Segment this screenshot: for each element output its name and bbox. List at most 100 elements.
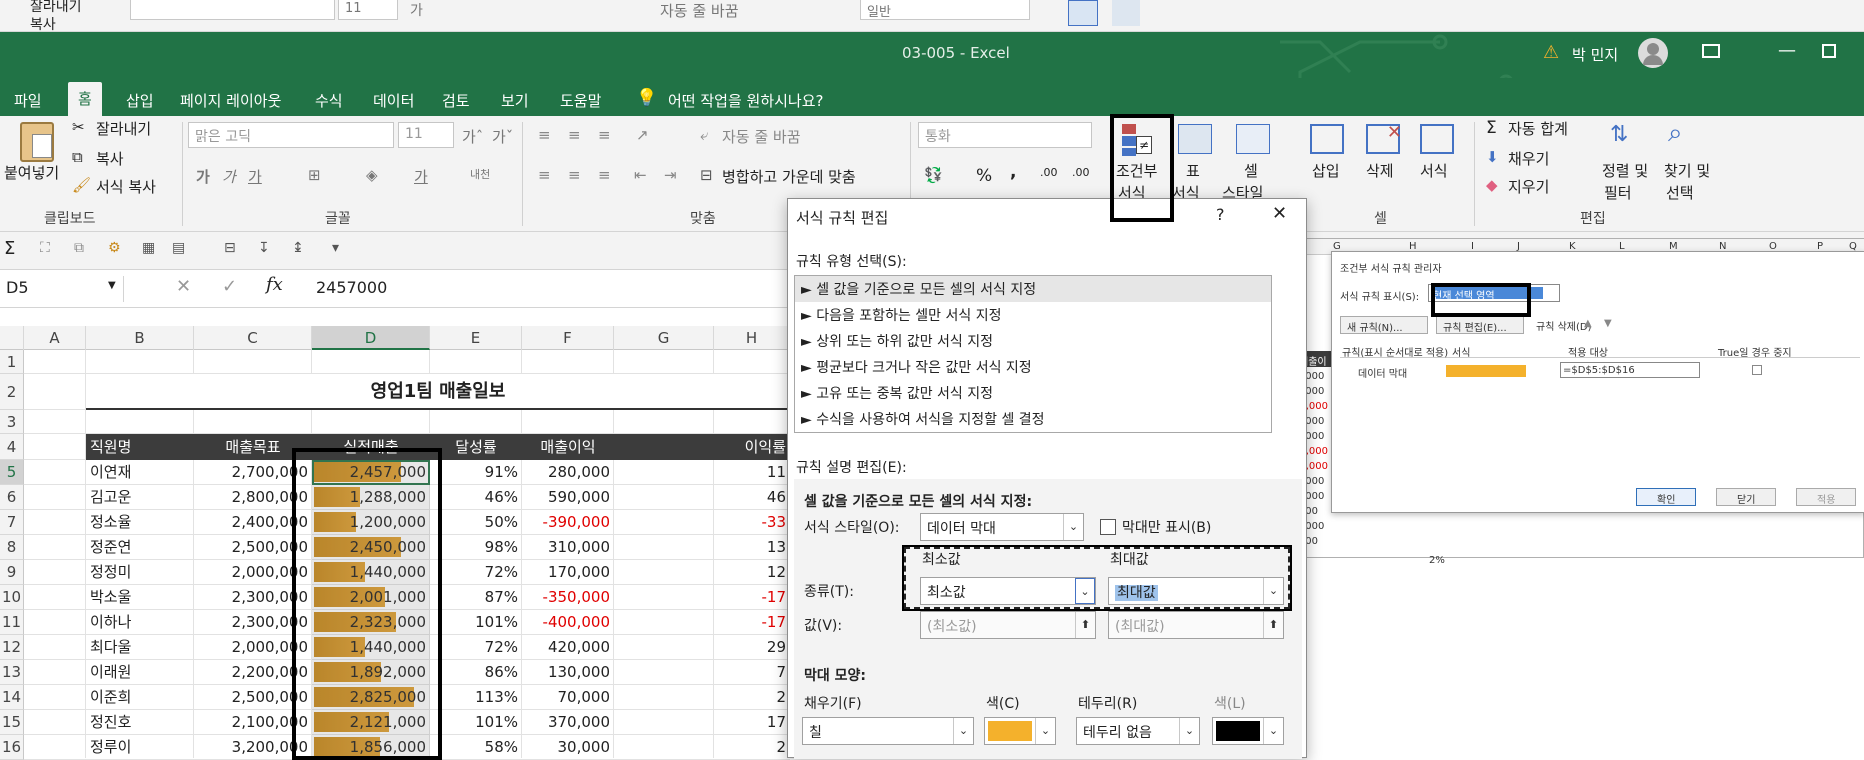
user-name[interactable]: 박 민지 <box>1572 44 1618 65</box>
profit-rate-cell[interactable]: 12 <box>614 560 790 585</box>
increase-indent-icon[interactable]: ⇥ <box>664 166 677 184</box>
achievement-rate-cell[interactable]: 58% <box>430 735 522 760</box>
find-select-icon[interactable]: ⌕ <box>1668 118 1683 149</box>
align-right-icon[interactable]: ≡ <box>598 166 611 184</box>
mini-ok-button[interactable]: 확인 <box>1636 488 1696 506</box>
col-header-g[interactable]: G <box>614 326 714 350</box>
col-header-d[interactable]: D <box>312 326 430 350</box>
mini-apply-button[interactable]: 적용 <box>1796 488 1856 506</box>
close-button[interactable]: ✕ <box>1272 203 1287 224</box>
qat-icon-2[interactable]: ⧉ <box>74 240 84 256</box>
fill-icon[interactable]: ⬇ <box>1486 148 1499 166</box>
profit-cell[interactable]: 280,000 <box>522 460 614 485</box>
underline-icon[interactable]: 가 <box>248 166 262 187</box>
qat-icon-7[interactable]: ↧ <box>258 240 270 256</box>
sort-filter-icon[interactable]: ⇅ <box>1610 122 1628 147</box>
align-top-icon[interactable]: ≡ <box>538 126 551 144</box>
qat-icon-4[interactable]: ▦ <box>142 240 155 256</box>
sort-filter-button[interactable]: 정렬 및 <box>1602 160 1648 181</box>
row-header[interactable]: 3 <box>0 410 24 434</box>
wrap-text-button[interactable]: 자동 줄 바꿈 <box>722 126 801 147</box>
copy-remnant[interactable]: 복사 <box>30 14 56 34</box>
cell-styles-button[interactable]: 셀 <box>1244 160 1258 181</box>
row-header[interactable]: 10 <box>0 585 24 610</box>
formula-input[interactable]: 2457000 <box>316 278 387 297</box>
row-header[interactable]: 14 <box>0 685 24 710</box>
fill-button[interactable]: 채우기 <box>1508 148 1549 169</box>
tab-review[interactable]: 검토 <box>432 84 480 114</box>
row-header[interactable]: 15 <box>0 710 24 735</box>
copy-icon[interactable]: ⧉ <box>72 148 83 166</box>
format-style-select[interactable]: 데이터 막대 ⌄ <box>920 513 1084 541</box>
col-header-c[interactable]: C <box>194 326 312 350</box>
borders-icon[interactable]: ⊞ <box>308 166 321 184</box>
format-painter-icon[interactable]: 🖌 <box>72 176 91 194</box>
font-size-select[interactable]: 11 <box>398 122 454 148</box>
autosum-qat-icon[interactable]: Σ <box>4 238 15 259</box>
copy-button[interactable]: 복사 <box>96 148 124 169</box>
rule-type-item[interactable]: ► 고유 또는 중복 값만 서식 지정 <box>795 380 1271 406</box>
shrink-font-icon[interactable]: 가ˇ <box>492 126 513 147</box>
fill-color-icon[interactable]: ◈ <box>366 166 378 184</box>
employee-name-cell[interactable]: 김고운 <box>86 485 194 510</box>
autosum-icon[interactable]: Σ <box>1486 118 1497 138</box>
align-middle-icon[interactable]: ≡ <box>568 126 581 144</box>
table-header-cell[interactable]: 직원명 <box>86 434 194 460</box>
qat-icon-1[interactable]: ⛶ <box>40 240 50 256</box>
mini-stop-if-true-checkbox[interactable] <box>1752 365 1762 375</box>
employee-name-cell[interactable]: 정루이 <box>86 735 194 760</box>
format-cells-button[interactable]: 서식 <box>1420 160 1448 181</box>
employee-name-cell[interactable]: 이준희 <box>86 685 194 710</box>
col-header-a[interactable]: A <box>24 326 86 350</box>
profit-cell[interactable]: 170,000 <box>522 560 614 585</box>
table-format-icon[interactable] <box>1178 124 1212 154</box>
profit-cell[interactable]: 310,000 <box>522 535 614 560</box>
paste-icon[interactable] <box>20 122 54 162</box>
autosum-button[interactable]: 자동 합계 <box>1508 118 1568 139</box>
employee-name-cell[interactable]: 이래원 <box>86 660 194 685</box>
mini-move-down-icon[interactable]: ▼ <box>1604 318 1612 329</box>
decrease-indent-icon[interactable]: ⇤ <box>634 166 647 184</box>
employee-name-cell[interactable]: 정정미 <box>86 560 194 585</box>
align-bottom-icon[interactable]: ≡ <box>598 126 611 144</box>
row-header[interactable]: 1 <box>0 350 24 374</box>
insert-cells-icon[interactable] <box>1310 124 1344 154</box>
rule-type-item[interactable]: ► 수식을 사용하여 서식을 지정할 셀 결정 <box>795 406 1271 432</box>
rule-type-item[interactable]: ► 셀 값을 기준으로 모든 셀의 서식 지정 <box>795 276 1271 302</box>
italic-icon[interactable]: 가 <box>222 166 236 187</box>
decrease-decimal-icon[interactable]: .00 <box>1072 166 1090 179</box>
font-name-select[interactable]: 맑은 고딕 <box>188 122 394 148</box>
border-color-picker[interactable]: ⌄ <box>1212 717 1284 745</box>
profit-cell[interactable]: 70,000 <box>522 685 614 710</box>
row-header[interactable]: 5 <box>0 460 24 485</box>
employee-name-cell[interactable]: 이하나 <box>86 610 194 635</box>
format-cells-icon[interactable] <box>1420 124 1454 154</box>
fill-select[interactable]: 칠 ⌄ <box>802 717 974 745</box>
number-format-select[interactable]: 통화 <box>918 122 1092 148</box>
employee-name-cell[interactable]: 정진호 <box>86 710 194 735</box>
profit-rate-cell[interactable]: 17 <box>614 710 790 735</box>
mini-move-up-icon[interactable]: ▲ <box>1584 318 1592 329</box>
increase-decimal-icon[interactable]: .00 <box>1040 166 1058 179</box>
range-select-icon[interactable]: ⬆ <box>1075 612 1095 638</box>
profit-rate-cell[interactable]: -33 <box>614 510 790 535</box>
profit-cell[interactable]: 30,000 <box>522 735 614 760</box>
col-header-h[interactable]: H <box>714 326 790 350</box>
achievement-rate-cell[interactable]: 50% <box>430 510 522 535</box>
row-header[interactable]: 16 <box>0 735 24 760</box>
profit-cell[interactable]: 130,000 <box>522 660 614 685</box>
cancel-icon[interactable]: ✕ <box>176 276 191 297</box>
range-select-icon[interactable]: ⬆ <box>1263 612 1283 638</box>
tab-page-layout[interactable]: 페이지 레이아웃 <box>170 84 291 114</box>
rule-type-item[interactable]: ► 상위 또는 하위 값만 서식 지정 <box>795 328 1271 354</box>
sheet-title[interactable]: 영업1팀 매출일보 <box>86 374 790 410</box>
profit-rate-cell[interactable]: -17 <box>614 585 790 610</box>
employee-name-cell[interactable]: 이연재 <box>86 460 194 485</box>
mini-delete-rule-button[interactable]: 규칙 삭제(D) <box>1530 316 1610 334</box>
cut-button[interactable]: 잘라내기 <box>96 118 151 139</box>
font-name-remnant[interactable] <box>130 0 335 20</box>
table-header-cell[interactable]: 달성률 <box>430 434 522 460</box>
mini-new-rule-button[interactable]: 새 규칙(N)... <box>1340 316 1428 334</box>
tab-file[interactable]: 파일 <box>4 84 52 114</box>
profit-rate-cell[interactable]: 11 <box>614 460 790 485</box>
